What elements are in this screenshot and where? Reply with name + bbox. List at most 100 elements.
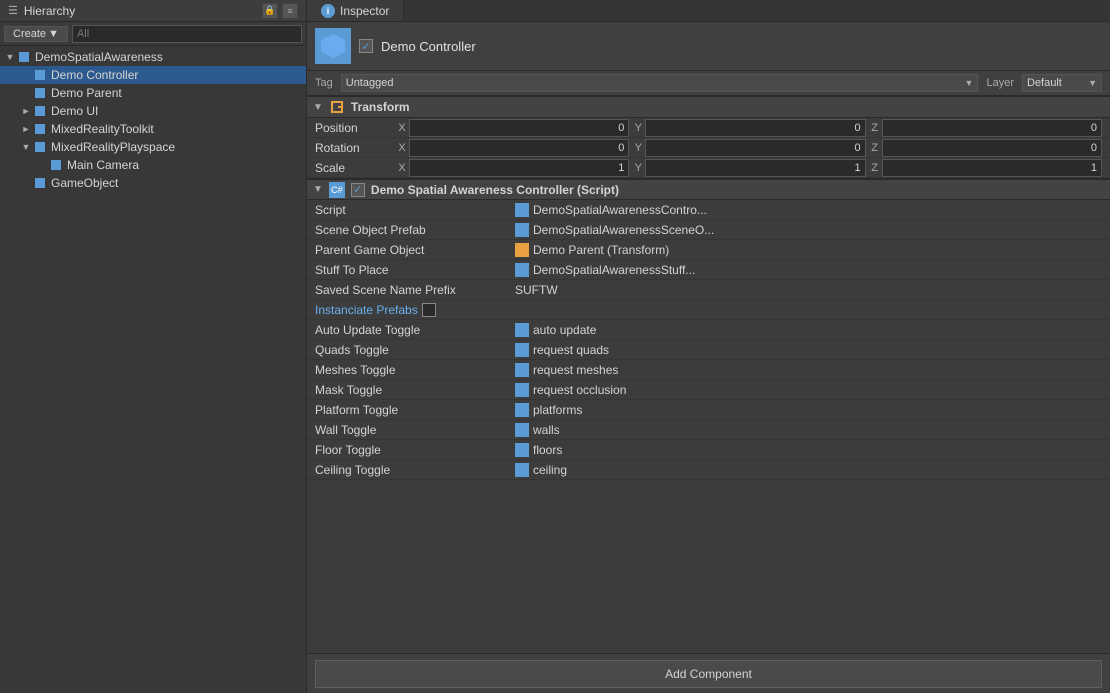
- inspector-tab[interactable]: i Inspector: [307, 0, 404, 21]
- cube-icon: [35, 88, 45, 98]
- inspector-tabs: i Inspector: [307, 0, 1110, 22]
- layer-dropdown[interactable]: Default ▼: [1022, 74, 1102, 92]
- field-label-0: Script: [315, 203, 515, 217]
- field-label-10: Platform Toggle: [315, 403, 515, 417]
- tree-expand-arrow[interactable]: ►: [20, 124, 32, 134]
- asset-transform-icon-2: [515, 243, 529, 257]
- transform-expand-arrow[interactable]: ▼: [313, 102, 323, 113]
- inspector-content: ✓ Demo Controller Tag Untagged ▼ Layer D…: [307, 22, 1110, 653]
- scale-fields: X Y Z: [395, 159, 1102, 177]
- object-shape: [321, 34, 345, 58]
- field-value-13: ceiling: [533, 463, 567, 477]
- script-component-title: Demo Spatial Awareness Controller (Scrip…: [371, 183, 619, 197]
- tree-item-demo-ui[interactable]: ► Demo UI: [0, 102, 306, 120]
- field-value-container-3: DemoSpatialAwarenessStuff...: [515, 263, 1102, 277]
- tag-dropdown[interactable]: Untagged ▼: [341, 74, 979, 92]
- tree-item-label: Demo UI: [51, 104, 98, 118]
- position-y-input[interactable]: [645, 119, 865, 137]
- tree-item-gameobject[interactable]: GameObject: [0, 174, 306, 192]
- layer-dropdown-arrow: ▼: [1088, 78, 1097, 88]
- tree-item-label: GameObject: [51, 176, 118, 190]
- field-label-3: Stuff To Place: [315, 263, 515, 277]
- tree-expand-arrow[interactable]: ▼: [4, 52, 16, 62]
- tree-item-main-camera[interactable]: Main Camera: [0, 156, 306, 174]
- asset-icon-13: [515, 463, 529, 477]
- asset-icon-11: [515, 423, 529, 437]
- field-checkbox-5[interactable]: [422, 303, 436, 317]
- position-z-field: Z: [868, 119, 1102, 137]
- field-value-container-11: walls: [515, 423, 1102, 437]
- position-x-input[interactable]: [409, 119, 629, 137]
- hierarchy-header-actions: 🔒 ≡: [262, 3, 298, 19]
- scale-z-input[interactable]: [882, 159, 1102, 177]
- menu-btn[interactable]: ≡: [282, 3, 298, 19]
- field-label-7: Quads Toggle: [315, 343, 515, 357]
- hierarchy-panel: ☰ Hierarchy 🔒 ≡ Create ▼ ▼DemoSpatialAwa…: [0, 0, 307, 693]
- scale-y-input[interactable]: [645, 159, 865, 177]
- component-field-row-0: Script DemoSpatialAwarenessContro...: [307, 200, 1110, 220]
- asset-icon-12: [515, 443, 529, 457]
- field-value-7: request quads: [533, 343, 609, 357]
- field-label-4: Saved Scene Name Prefix: [315, 283, 515, 297]
- tree-item-root[interactable]: ▼DemoSpatialAwareness: [0, 48, 306, 66]
- position-x-field: X: [395, 119, 629, 137]
- asset-icon-1: [515, 223, 529, 237]
- tree-expand-arrow[interactable]: ▼: [20, 142, 32, 152]
- inspector-tab-icon: i: [321, 4, 335, 18]
- tree-item-icon: [32, 121, 48, 137]
- lock-btn[interactable]: 🔒: [262, 3, 278, 19]
- asset-icon-6: [515, 323, 529, 337]
- component-field-row-11: Wall Toggle walls: [307, 420, 1110, 440]
- tree-item-label: Demo Controller: [51, 68, 138, 82]
- transform-icon: [330, 100, 344, 114]
- scale-row: Scale X Y Z: [307, 158, 1110, 178]
- position-z-input[interactable]: [882, 119, 1102, 137]
- field-label-13: Ceiling Toggle: [315, 463, 515, 477]
- position-label: Position: [315, 121, 395, 135]
- tree-item-demo-parent[interactable]: Demo Parent: [0, 84, 306, 102]
- rotation-x-input[interactable]: [409, 139, 629, 157]
- rotation-fields: X Y Z: [395, 139, 1102, 157]
- field-link-5[interactable]: Instanciate Prefabs: [315, 303, 418, 317]
- tree-item-icon: [32, 175, 48, 191]
- object-enabled-checkbox[interactable]: ✓: [359, 39, 373, 53]
- tree-item-mrt[interactable]: ►MixedRealityToolkit: [0, 120, 306, 138]
- scale-x-input[interactable]: [409, 159, 629, 177]
- field-value-9: request occlusion: [533, 383, 626, 397]
- position-row: Position X Y Z: [307, 118, 1110, 138]
- asset-icon-9: [515, 383, 529, 397]
- field-value-container-6: auto update: [515, 323, 1102, 337]
- tree-expand-arrow[interactable]: ►: [20, 106, 32, 116]
- object-icon: [315, 28, 351, 64]
- script-enabled-checkbox[interactable]: ✓: [351, 183, 365, 197]
- add-component-bar: Add Component: [307, 653, 1110, 693]
- position-z-label: Z: [868, 122, 882, 134]
- tree-item-demo-controller[interactable]: Demo Controller: [0, 66, 306, 84]
- rotation-z-input[interactable]: [882, 139, 1102, 157]
- tree-item-icon: [32, 85, 48, 101]
- position-x-label: X: [395, 122, 409, 134]
- create-button[interactable]: Create ▼: [4, 26, 68, 42]
- asset-icon-7: [515, 343, 529, 357]
- cube-icon: [35, 124, 45, 134]
- field-label-9: Mask Toggle: [315, 383, 515, 397]
- tag-label: Tag: [315, 77, 333, 89]
- cube-icon: [35, 70, 45, 80]
- add-component-button[interactable]: Add Component: [315, 660, 1102, 688]
- search-input[interactable]: [72, 25, 302, 43]
- object-header: ✓ Demo Controller: [307, 22, 1110, 71]
- object-name: Demo Controller: [381, 39, 476, 54]
- component-field-row-13: Ceiling Toggle ceiling: [307, 460, 1110, 480]
- rotation-y-input[interactable]: [645, 139, 865, 157]
- tree-item-mrp[interactable]: ▼MixedRealityPlayspace: [0, 138, 306, 156]
- component-field-row-2: Parent Game Object Demo Parent (Transfor…: [307, 240, 1110, 260]
- component-field-row-1: Scene Object Prefab DemoSpatialAwareness…: [307, 220, 1110, 240]
- asset-icon-3: [515, 263, 529, 277]
- hierarchy-toolbar: Create ▼: [0, 22, 306, 46]
- transform-section-header: ▼ Transform: [307, 96, 1110, 118]
- field-label-8: Meshes Toggle: [315, 363, 515, 377]
- field-value-container-1: DemoSpatialAwarenessSceneO...: [515, 223, 1102, 237]
- script-expand-arrow[interactable]: ▼: [313, 184, 323, 195]
- cube-icon: [35, 142, 45, 152]
- layer-label: Layer: [986, 77, 1014, 89]
